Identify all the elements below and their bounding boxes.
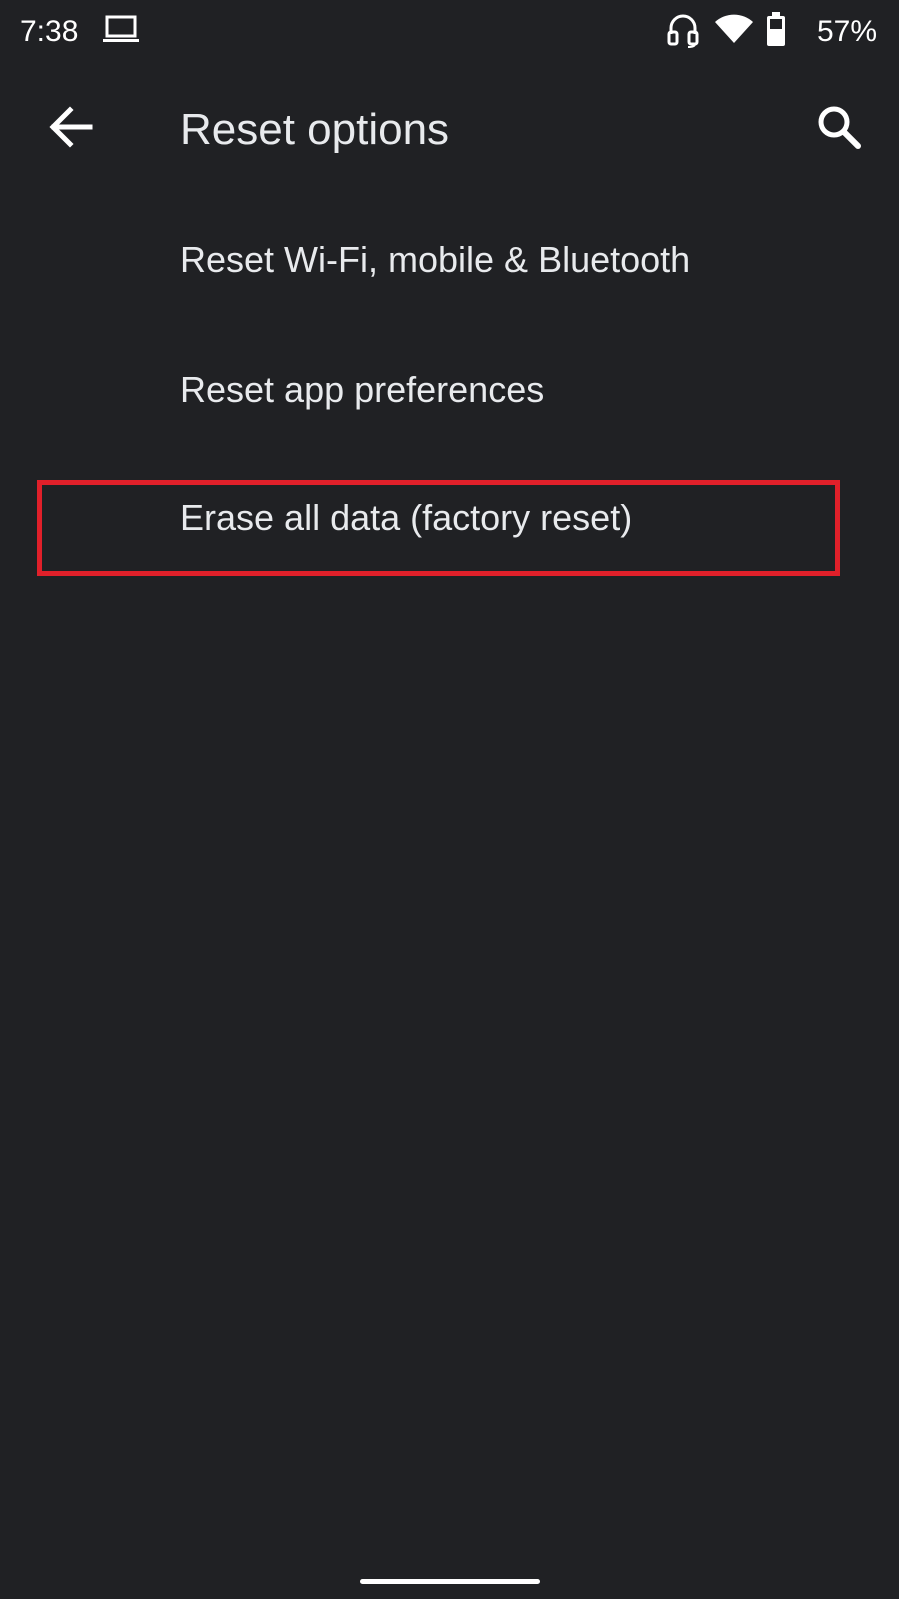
headset-icon	[667, 14, 699, 48]
back-button[interactable]	[38, 94, 104, 160]
list-item-label: Reset app preferences	[180, 369, 545, 410]
list-item-label: Reset Wi-Fi, mobile & Bluetooth	[180, 239, 691, 280]
list-item-label: Erase all data (factory reset)	[180, 497, 633, 538]
battery-percent: 57%	[816, 15, 877, 48]
reset-options-list: Reset Wi-Fi, mobile & Bluetooth Reset ap…	[0, 200, 899, 590]
page-title: Reset options	[180, 105, 450, 154]
reset-wifi-mobile-bluetooth-item[interactable]: Reset Wi-Fi, mobile & Bluetooth	[0, 200, 899, 330]
arrow-back-icon	[49, 106, 93, 148]
battery-icon	[767, 12, 785, 46]
gesture-nav-handle[interactable]	[360, 1579, 540, 1584]
search-icon	[818, 106, 861, 149]
app-bar: Reset options	[0, 64, 899, 200]
wifi-icon	[715, 14, 753, 43]
status-time: 7:38	[20, 15, 79, 48]
erase-all-data-item[interactable]: Erase all data (factory reset)	[0, 460, 899, 590]
status-bar: 7:38 57%	[0, 0, 899, 64]
reset-app-preferences-item[interactable]: Reset app preferences	[0, 330, 899, 460]
laptop-icon	[103, 15, 139, 42]
search-button[interactable]	[806, 94, 872, 160]
